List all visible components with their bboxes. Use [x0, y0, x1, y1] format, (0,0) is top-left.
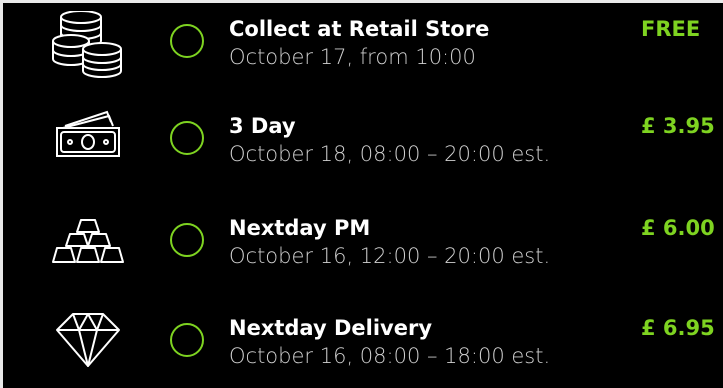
radio-nextday-pm[interactable] — [170, 223, 204, 257]
diamond-icon — [43, 310, 133, 380]
delivery-option-3-day[interactable]: 3 Day October 18, 08:00 – 20:00 est. £ 3… — [3, 110, 723, 198]
coins-icon — [43, 11, 133, 81]
option-price: £ 3.95 — [641, 114, 715, 138]
gold-bars-icon — [43, 210, 133, 280]
radio-collect-retail-store[interactable] — [170, 24, 204, 58]
delivery-option-nextday-pm[interactable]: Nextday PM October 16, 12:00 – 20:00 est… — [3, 216, 723, 300]
radio-nextday-delivery[interactable] — [170, 323, 204, 357]
option-title: 3 Day — [229, 114, 296, 138]
option-price: £ 6.95 — [641, 316, 715, 340]
option-title: Nextday PM — [229, 216, 371, 240]
delivery-option-collect-retail-store[interactable]: Collect at Retail Store October 17, from… — [3, 11, 723, 101]
option-subtitle: October 16, 08:00 – 18:00 est. — [229, 344, 551, 368]
radio-3-day[interactable] — [170, 121, 204, 155]
banknotes-icon — [43, 108, 133, 178]
option-subtitle: October 16, 12:00 – 20:00 est. — [229, 244, 551, 268]
option-subtitle: October 17, from 10:00 — [229, 45, 476, 69]
option-price: FREE — [641, 17, 701, 41]
option-subtitle: October 18, 08:00 – 20:00 est. — [229, 142, 551, 166]
option-title: Nextday Delivery — [229, 316, 433, 340]
option-price: £ 6.00 — [641, 216, 715, 240]
option-title: Collect at Retail Store — [229, 17, 490, 41]
delivery-options-panel: Collect at Retail Store October 17, from… — [3, 3, 723, 388]
delivery-option-nextday-delivery[interactable]: Nextday Delivery October 16, 08:00 – 18:… — [3, 313, 723, 388]
